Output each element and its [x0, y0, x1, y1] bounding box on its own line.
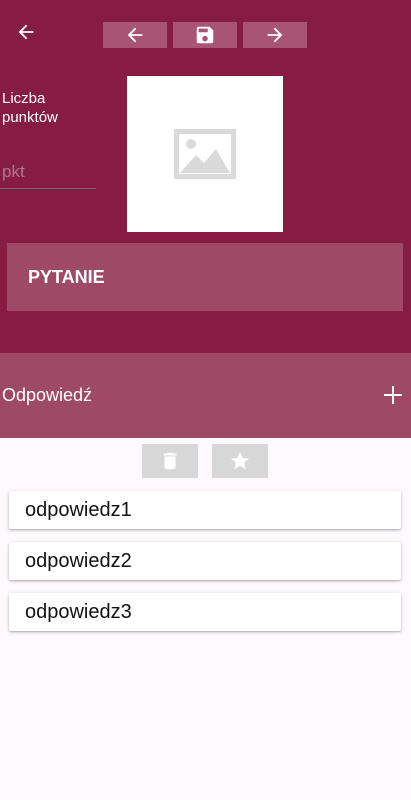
- back-button[interactable]: [12, 18, 40, 46]
- save-button[interactable]: [173, 22, 237, 48]
- arrow-left-icon: [18, 24, 34, 40]
- answers-header-label: Odpowiedź: [2, 385, 93, 405]
- mark-correct-button[interactable]: [212, 444, 268, 478]
- answer-item[interactable]: odpowiedz1: [9, 491, 401, 529]
- arrow-left-icon: [127, 27, 143, 43]
- answer-item[interactable]: odpowiedz2: [9, 542, 401, 580]
- question-image[interactable]: [127, 76, 283, 232]
- add-answer-button[interactable]: [381, 383, 405, 407]
- arrow-right-icon: [267, 27, 283, 43]
- points-input[interactable]: [0, 155, 96, 189]
- previous-question-button[interactable]: [103, 22, 167, 48]
- delete-answer-button[interactable]: [142, 444, 198, 478]
- answers-header: Odpowiedź: [0, 353, 411, 438]
- points-label: Liczba punktów: [2, 90, 58, 126]
- answer-item[interactable]: odpowiedz3: [9, 593, 401, 631]
- floppy-disk-icon: [196, 26, 214, 44]
- trash-icon: [163, 452, 177, 470]
- star-icon: [230, 451, 250, 470]
- image-placeholder-icon: [174, 129, 236, 179]
- question-field[interactable]: PYTANIE: [7, 243, 403, 311]
- plus-icon: [384, 386, 402, 404]
- next-question-button[interactable]: [243, 22, 307, 48]
